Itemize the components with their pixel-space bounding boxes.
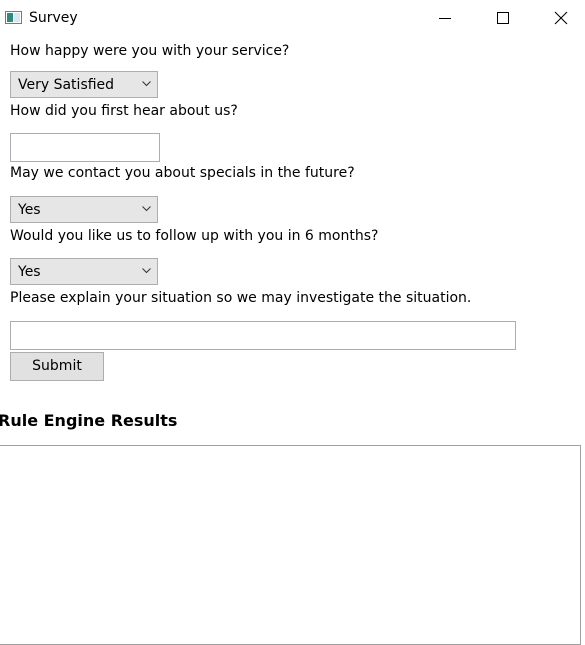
referral-input[interactable] [10, 133, 160, 162]
explanation-input[interactable] [10, 321, 516, 350]
maximize-button[interactable] [474, 0, 532, 36]
question-explanation-label: Please explain your situation so we may … [10, 290, 472, 306]
submit-button[interactable]: Submit [10, 352, 104, 381]
question-contact-label: May we contact you about specials in the… [10, 165, 355, 181]
contact-select[interactable]: Yes [10, 196, 158, 223]
title-bar: Survey [0, 0, 585, 36]
question-satisfaction-label: How happy were you with your service? [10, 43, 290, 59]
followup-select-value: Yes [18, 264, 41, 280]
window-title: Survey [29, 10, 78, 26]
maximize-icon [497, 12, 509, 24]
contact-select-value: Yes [18, 202, 41, 218]
followup-select[interactable]: Yes [10, 258, 158, 285]
close-button[interactable] [532, 0, 585, 36]
app-window-icon [5, 11, 22, 24]
results-output[interactable] [0, 445, 581, 645]
results-heading: Rule Engine Results [0, 411, 178, 430]
chevron-down-icon [142, 268, 151, 274]
minimize-button[interactable] [416, 0, 474, 36]
question-referral-label: How did you first hear about us? [10, 103, 238, 119]
satisfaction-select-value: Very Satisfied [18, 77, 115, 93]
satisfaction-select[interactable]: Very Satisfied [10, 71, 158, 98]
close-icon [554, 11, 568, 25]
question-followup-label: Would you like us to follow up with you … [10, 228, 379, 244]
chevron-down-icon [142, 81, 151, 87]
chevron-down-icon [142, 206, 151, 212]
minimize-icon [439, 18, 451, 19]
